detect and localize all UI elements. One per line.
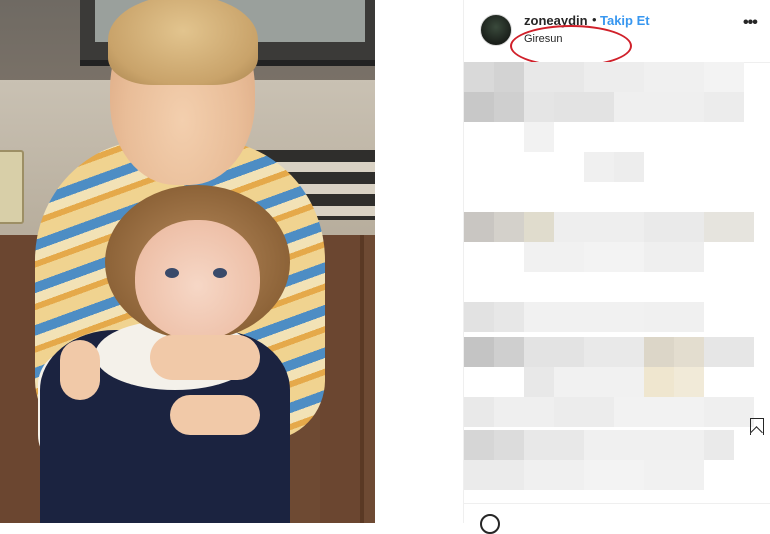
blur-block [644, 302, 704, 332]
avatar[interactable] [480, 14, 512, 46]
blur-block [644, 367, 674, 397]
blur-block [614, 397, 704, 427]
blur-block [674, 337, 704, 367]
blur-block [464, 397, 494, 427]
blur-block [464, 460, 524, 490]
girl-face [135, 220, 260, 340]
blur-block [524, 430, 584, 460]
blur-block [494, 302, 524, 332]
blur-block [494, 337, 524, 367]
blur-block [554, 212, 644, 242]
blur-block [554, 367, 644, 397]
boy-hair [108, 0, 258, 85]
blur-block [704, 430, 734, 460]
blur-block [464, 62, 494, 92]
blur-block [614, 152, 644, 182]
comment-bar [464, 503, 770, 534]
follow-button[interactable]: Takip Et [600, 13, 650, 28]
blur-block [464, 302, 494, 332]
blur-block [494, 212, 524, 242]
blur-block [524, 367, 554, 397]
highlight-circle [510, 25, 632, 67]
girl-eye [165, 268, 179, 278]
blur-block [494, 92, 524, 122]
bookmark-icon[interactable] [750, 418, 764, 435]
blur-block [554, 397, 614, 427]
post-photo[interactable] [0, 0, 375, 523]
blur-block [644, 242, 704, 272]
blur-block [554, 92, 614, 122]
picture-frame [0, 150, 24, 224]
blur-block [614, 92, 704, 122]
blur-block [464, 92, 494, 122]
blur-block [524, 92, 554, 122]
blur-block [524, 212, 554, 242]
blur-block [524, 242, 584, 272]
blur-block [704, 337, 754, 367]
blur-block [464, 212, 494, 242]
blur-block [494, 430, 524, 460]
blurred-comments [464, 62, 770, 502]
blur-block [524, 460, 584, 490]
separator-dot: • [592, 12, 597, 27]
blur-block [584, 430, 704, 460]
blur-block [704, 92, 744, 122]
blur-block [494, 62, 524, 92]
blur-block [464, 430, 494, 460]
blur-block [524, 337, 584, 367]
boy-hand [150, 335, 260, 380]
boy-hand [170, 395, 260, 435]
girl-eye [213, 268, 227, 278]
more-options-icon[interactable]: ••• [743, 14, 758, 32]
emoji-icon[interactable] [480, 514, 500, 534]
blur-block [644, 460, 704, 490]
blur-block [644, 212, 704, 242]
blur-block [494, 397, 554, 427]
blur-block [524, 122, 554, 152]
blur-block [524, 302, 644, 332]
post-header: zoneaydin • Takip Et Giresun ••• [464, 0, 770, 67]
blur-block [704, 397, 754, 427]
blur-block [464, 337, 494, 367]
blur-block [524, 62, 584, 92]
blur-block [644, 62, 704, 92]
blur-block [584, 242, 644, 272]
post-side-panel: zoneaydin • Takip Et Giresun ••• [463, 0, 770, 534]
blur-block [584, 460, 644, 490]
blur-block [584, 62, 644, 92]
blur-block [584, 337, 644, 367]
girl-hand [60, 340, 100, 400]
blur-block [674, 367, 704, 397]
blur-block [704, 212, 754, 242]
blur-block [704, 62, 744, 92]
blur-block [644, 337, 674, 367]
blur-block [584, 152, 614, 182]
